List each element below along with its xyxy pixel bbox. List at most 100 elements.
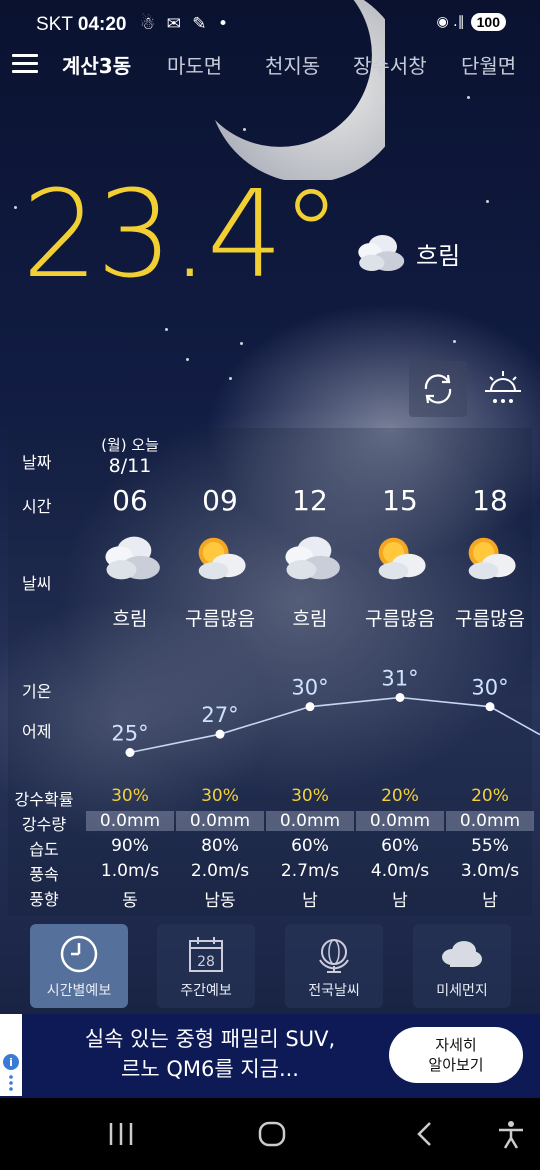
location-tab[interactable]: 단월면 <box>461 50 516 79</box>
temperature-line-chart: 25° 27° 30° 31° 30° <box>111 667 540 757</box>
stat-value: 남동 <box>204 891 236 911</box>
stat-label: 풍향 <box>29 890 59 909</box>
star <box>453 340 456 343</box>
humidity-row: 습도 90% 80% 60% 60% 55% <box>8 836 532 860</box>
cloud-icon <box>413 932 511 976</box>
cloudy-icon <box>105 536 160 580</box>
temperature-label: 27° <box>201 703 238 727</box>
ad-info-icon[interactable]: i <box>0 1014 22 1096</box>
tab-fine-dust[interactable]: 미세먼지 <box>413 924 511 1008</box>
forecast-date: (월) 오늘 8/11 <box>85 434 175 477</box>
tab-label: 시간별예보 <box>46 983 112 999</box>
menu-icon[interactable] <box>12 54 38 74</box>
stat-value: 2.0m/s <box>190 861 250 881</box>
tab-weekly-forecast[interactable]: 28 주간예보 <box>157 924 255 1008</box>
tab-label: 전국날씨 <box>308 983 360 999</box>
stat-value: 20% <box>381 786 419 806</box>
stat-value: 0.0mm <box>266 811 354 831</box>
stat-value: 60% <box>291 836 329 856</box>
stat-value: 20% <box>471 786 509 806</box>
partly-cloudy-icon <box>468 537 516 580</box>
globe-icon <box>285 932 383 976</box>
current-temperature: 23.4° <box>22 166 341 305</box>
stat-value: 1.0m/s <box>100 861 160 881</box>
tab-hourly-forecast[interactable]: 시간별예보 <box>30 924 128 1008</box>
star <box>14 206 17 209</box>
ad-button-line: 알아보기 <box>428 1056 484 1074</box>
tab-label: 주간예보 <box>180 983 232 999</box>
cloudy-icon <box>358 235 405 271</box>
stat-label: 습도 <box>29 840 59 859</box>
wind-direction-row: 풍향 동 남동 남 남 남 <box>8 886 532 911</box>
ad-copy: 실속 있는 중형 패밀리 SUV, 르노 QM6를 지금... <box>40 1024 380 1084</box>
status-carrier-time: SKT 04:20 <box>36 14 127 36</box>
hour-condition: 흐림 <box>112 608 148 630</box>
date-value: 8/11 <box>108 455 152 477</box>
stat-value: 80% <box>201 836 239 856</box>
hour-weather-icon-slot <box>445 530 535 590</box>
stat-value: 0.0mm <box>176 811 264 831</box>
precip-prob-row: 강수확률 30% 30% 30% 20% 20% <box>8 786 532 810</box>
accessibility-icon[interactable] <box>496 1120 526 1150</box>
clock-icon <box>30 932 128 976</box>
partly-cloudy-icon <box>378 537 426 580</box>
stat-value: 55% <box>471 836 509 856</box>
location-tab-active[interactable]: 계산3동 <box>62 50 131 79</box>
precip-amount-row: 강수량 0.0mm 0.0mm 0.0mm 0.0mm 0.0mm <box>8 811 534 835</box>
svg-text:i: i <box>9 1056 13 1069</box>
stat-value: 30% <box>291 786 329 806</box>
stat-label: 강수확률 <box>14 790 74 809</box>
hour-weather-icon-slot <box>355 530 445 590</box>
home-icon[interactable] <box>257 1120 287 1148</box>
row-label-date: 날짜 <box>22 453 52 472</box>
temperature-label: 25° <box>111 722 148 746</box>
notification-icons: ☃ ✉ ✎ • <box>140 14 231 34</box>
location-tab[interactable]: 장수서창 <box>353 50 427 79</box>
temperature-label: 31° <box>381 667 418 691</box>
ad-line: 실속 있는 중형 패밀리 SUV, <box>84 1027 336 1051</box>
star <box>165 328 168 331</box>
ad-line: 르노 QM6를 지금... <box>121 1057 299 1081</box>
ad-banner[interactable]: i 실속 있는 중형 패밀리 SUV, 르노 QM6를 지금... 자세히 알아… <box>0 1014 540 1098</box>
stat-value: 2.7m/s <box>280 861 340 881</box>
temperature-point <box>485 702 495 712</box>
location-tab[interactable]: 마도면 <box>167 50 222 79</box>
recent-apps-icon[interactable] <box>106 1120 136 1148</box>
partly-cloudy-icon <box>198 537 246 580</box>
hour-weather-icon-slot <box>175 530 265 590</box>
temperature-point <box>305 702 315 712</box>
date-weekday: (월) 오늘 <box>101 436 159 454</box>
sunrise-button[interactable] <box>474 361 532 417</box>
stat-value: 0.0mm <box>446 811 534 831</box>
row-label-time: 시간 <box>22 497 52 516</box>
tab-national-weather[interactable]: 전국날씨 <box>285 924 383 1008</box>
sunrise-icon <box>485 371 521 403</box>
refresh-button[interactable] <box>409 361 467 417</box>
tab-label: 미세먼지 <box>436 983 488 999</box>
stat-value: 90% <box>111 836 149 856</box>
location-tab[interactable]: 천지동 <box>265 50 320 79</box>
star <box>467 96 470 99</box>
stat-value: 남 <box>392 891 408 911</box>
status-bar: SKT 04:20 ☃ ✉ ✎ • ◉ .∥ 100 <box>0 0 540 50</box>
location-tabs: 계산3동 마도면 천지동 장수서창 단월면 <box>0 44 540 84</box>
hour-label: 12 <box>292 484 328 517</box>
hour-label: 15 <box>382 484 418 517</box>
clock-text: 04:20 <box>77 14 127 35</box>
stat-value: 4.0m/s <box>370 861 430 881</box>
stat-value: 동 <box>122 891 138 911</box>
hour-condition: 구름많음 <box>365 608 435 630</box>
stat-value: 30% <box>111 786 149 806</box>
hour-label: 06 <box>112 484 148 517</box>
back-icon[interactable] <box>412 1120 438 1148</box>
current-condition-text: 흐림 <box>416 241 461 270</box>
row-label-weather: 날씨 <box>22 574 52 593</box>
system-navigation-bar <box>0 1098 540 1170</box>
temperature-label: 30° <box>291 676 328 700</box>
hour-label: 09 <box>202 484 238 517</box>
hour-weather-icon-slot <box>85 530 175 590</box>
star <box>486 200 489 203</box>
ad-learn-more-button[interactable]: 자세히 알아보기 <box>389 1027 523 1083</box>
hour-condition: 구름많음 <box>455 608 525 630</box>
temperature-point <box>215 729 225 739</box>
